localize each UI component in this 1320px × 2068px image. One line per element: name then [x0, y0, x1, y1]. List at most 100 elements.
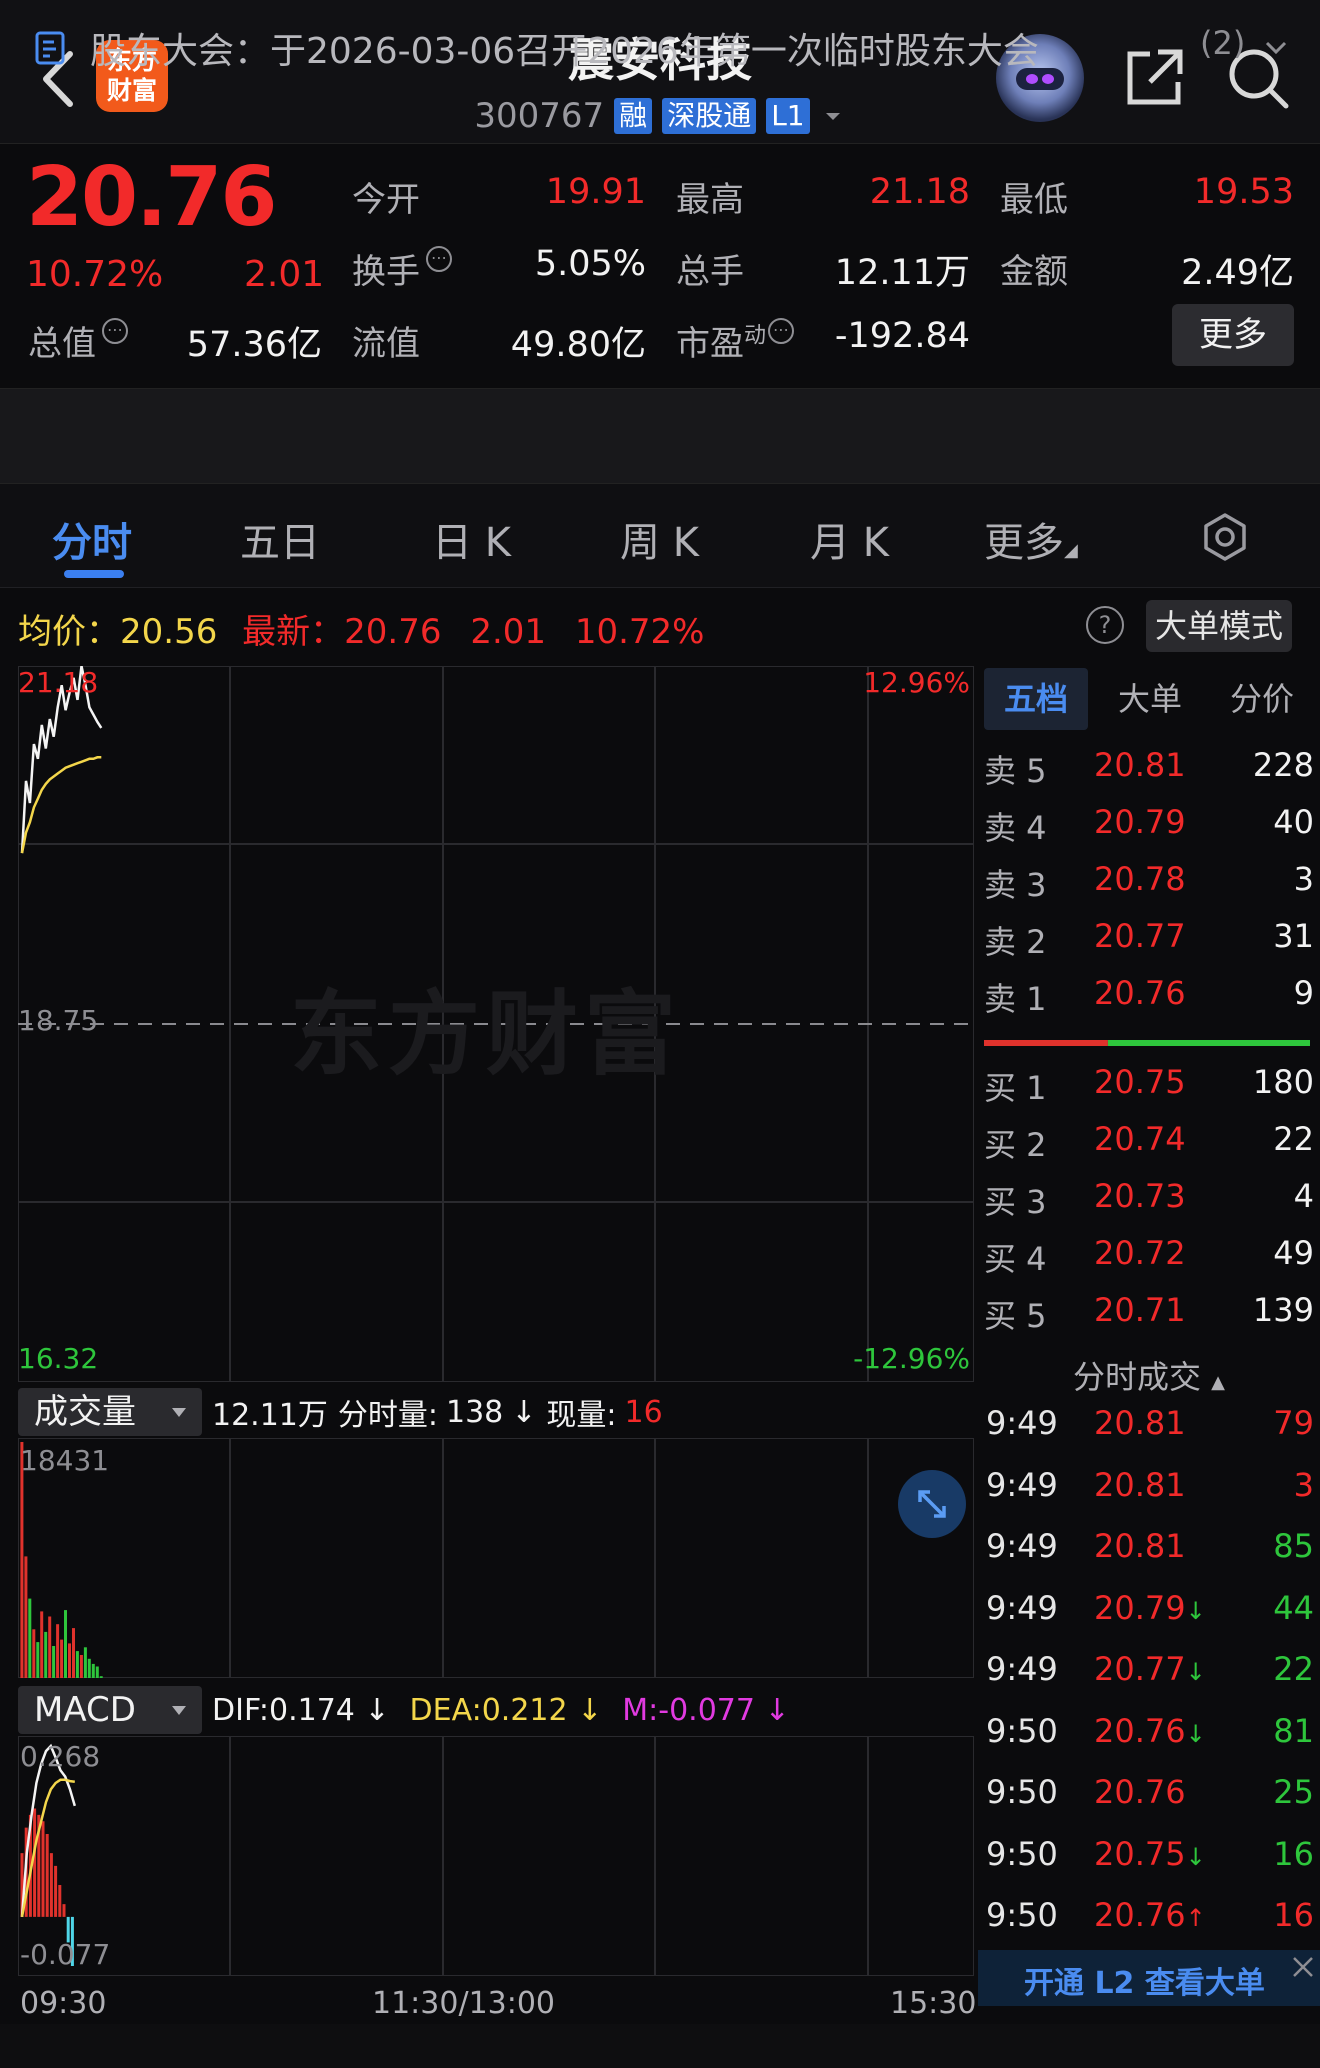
tab-weekly-k[interactable]: 周 K	[620, 510, 699, 568]
volume-chart[interactable]	[18, 1438, 974, 1678]
y-axis-bottom-label: 16.32	[18, 1342, 99, 1375]
watermark-text: 东方财富	[290, 981, 683, 1088]
tab-more-corner-icon: ◢	[1064, 540, 1078, 561]
ask-row[interactable]: 卖 2 20.77 31	[984, 917, 1314, 973]
macd-indicator-select[interactable]: MACD	[18, 1686, 202, 1734]
volume-bar	[28, 1598, 32, 1678]
orderbook-tabs: 五档 大单 分价	[978, 668, 1320, 730]
help-icon[interactable]: ?	[1086, 606, 1124, 644]
volume-bar	[95, 1666, 99, 1678]
tick-volume: 44	[1273, 1588, 1314, 1627]
info-icon[interactable]: ⋯	[768, 318, 795, 344]
current-volume-value: 16	[624, 1394, 663, 1430]
l2-upgrade-text[interactable]: 开通 L2 查看大单	[1024, 1958, 1265, 2002]
high-value: 21.18	[869, 172, 970, 212]
info-icon[interactable]: ⋯	[102, 318, 128, 344]
macd-y-top-label: 0.268	[20, 1740, 101, 1773]
current-volume-label: 现量:	[546, 1398, 617, 1433]
volume-selector-label: 成交量	[34, 1392, 136, 1432]
tab-intraday[interactable]: 分时	[52, 510, 132, 568]
pe-label: 市盈动 ⋯	[676, 316, 795, 365]
volume-bar	[72, 1628, 75, 1678]
connect-tag: 深股通	[662, 98, 757, 134]
tick-price: 20.76↑	[1094, 1896, 1206, 1934]
high-label: 最高	[676, 180, 744, 220]
minute-volume-value: 138	[446, 1394, 504, 1430]
tick-volume: 79	[1273, 1404, 1314, 1442]
tick-time: 9:49	[986, 1650, 1058, 1688]
amount-label: 金额	[1000, 252, 1068, 292]
caret-up-icon: ▲	[1211, 1372, 1226, 1393]
tick-row: 9:49 20.79↓ 44	[986, 1589, 1314, 1645]
tab-daily-k[interactable]: 日 K	[432, 510, 511, 568]
ask-volume: 31	[1273, 917, 1314, 955]
bid-price: 20.75	[1094, 1063, 1186, 1101]
tick-row: 9:50 20.76↑ 16	[986, 1896, 1314, 1952]
down-arrow-icon: ↓	[511, 1394, 537, 1430]
macd-chart[interactable]	[18, 1736, 974, 1976]
tab-big-order[interactable]: 大单	[1098, 668, 1202, 730]
bid-row[interactable]: 买 1 20.75 180	[984, 1063, 1314, 1119]
time-tick-midday: 11:30/13:00	[372, 1986, 556, 2021]
tick-price: 20.76	[1094, 1773, 1186, 1811]
total-value-label: 总值 ⋯	[28, 316, 128, 365]
tick-price: 20.81	[1094, 1466, 1186, 1504]
volume-y-top-label: 18431	[20, 1444, 110, 1477]
announcement-bar[interactable]	[0, 388, 1320, 484]
info-icon[interactable]: ⋯	[426, 246, 452, 272]
announcement-count: (2)	[1200, 24, 1246, 62]
volume-bar	[68, 1643, 71, 1678]
tick-price: 20.81	[1094, 1527, 1186, 1565]
tick-price: 20.75↓	[1094, 1835, 1206, 1873]
y-axis-mid-label: 18.75	[18, 1004, 99, 1037]
y-axis-top-label: 21.18	[18, 666, 99, 699]
volume-bar	[83, 1647, 87, 1678]
tick-volume: 81	[1273, 1711, 1314, 1750]
ask-price: 20.78	[1094, 860, 1186, 898]
more-quote-button[interactable]: 更多	[1172, 304, 1294, 366]
bid-row[interactable]: 买 3 20.73 4	[984, 1177, 1314, 1233]
chevron-down-icon[interactable]	[1262, 34, 1290, 62]
macd-m: M:-0.077 ↓	[622, 1692, 790, 1728]
ask-price: 20.81	[1094, 746, 1186, 784]
ask-row[interactable]: 卖 1 20.76 9	[984, 974, 1314, 1030]
ask-label: 卖 5	[984, 752, 1047, 790]
volume-bar	[75, 1651, 79, 1678]
tab-five-day[interactable]: 五日	[240, 510, 320, 568]
ticks-header[interactable]: 分时成交 ▲	[978, 1352, 1320, 1402]
ask-price: 20.77	[1094, 917, 1186, 955]
bid-label: 买 4	[984, 1240, 1047, 1278]
expand-icon	[918, 1490, 946, 1518]
amount-value: 2.49亿	[1181, 253, 1294, 293]
volume-bars-group	[20, 1442, 103, 1678]
big-order-mode-button[interactable]: 大单模式	[1146, 600, 1292, 652]
tab-five-level[interactable]: 五档	[984, 668, 1088, 730]
macd-y-bottom-label: -0.077	[20, 1938, 111, 1971]
share-icon[interactable]	[1120, 44, 1188, 112]
tab-more[interactable]: 更多◢	[984, 510, 1078, 568]
tick-time: 9:50	[986, 1896, 1058, 1934]
volume-bar	[60, 1639, 64, 1678]
tab-price-split[interactable]: 分价	[1210, 668, 1314, 730]
turnover-value: 5.05%	[534, 244, 646, 284]
gear-icon[interactable]	[1200, 512, 1250, 562]
avg-price-line	[20, 756, 102, 854]
bid-row[interactable]: 买 2 20.74 22	[984, 1120, 1314, 1176]
bid-row[interactable]: 买 5 20.71 139	[984, 1291, 1314, 1347]
bid-volume: 180	[1252, 1063, 1314, 1101]
bid-row[interactable]: 买 4 20.72 49	[984, 1234, 1314, 1290]
tick-time: 9:50	[986, 1834, 1058, 1873]
stock-code-row[interactable]: 300767 融 深股通 L1	[460, 96, 860, 136]
ask-row[interactable]: 卖 4 20.79 40	[984, 803, 1314, 859]
float-value: 49.80亿	[510, 325, 646, 365]
tick-time: 9:49	[986, 1527, 1058, 1565]
ask-row[interactable]: 卖 3 20.78 3	[984, 860, 1314, 916]
expand-chart-button[interactable]	[898, 1470, 966, 1538]
ask-row[interactable]: 卖 5 20.81 228	[984, 746, 1314, 802]
tick-price-value: 20.79	[1094, 1588, 1186, 1627]
tab-monthly-k[interactable]: 月 K	[810, 510, 889, 568]
volume-bar	[36, 1642, 40, 1678]
volume-indicator-select[interactable]: 成交量	[18, 1388, 202, 1436]
tick-time: 9:49	[986, 1465, 1058, 1504]
close-icon[interactable]	[1290, 1954, 1316, 1980]
